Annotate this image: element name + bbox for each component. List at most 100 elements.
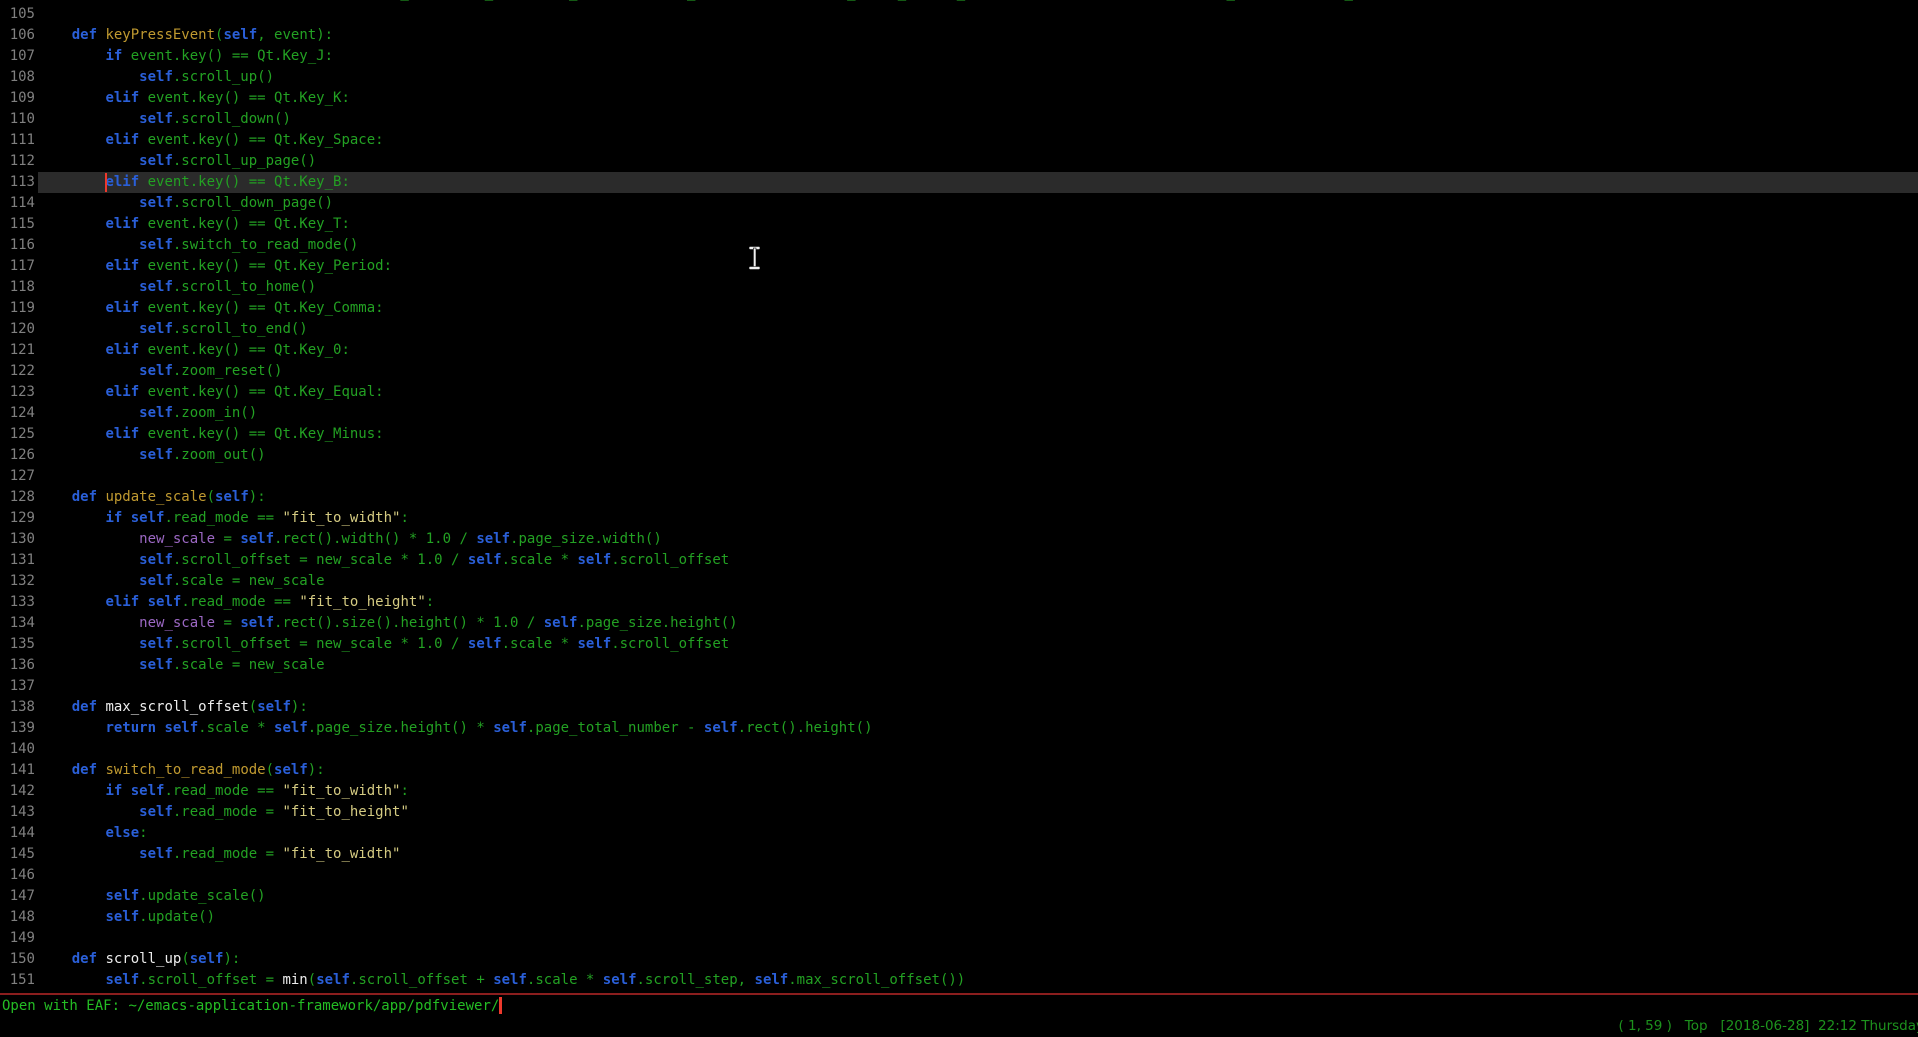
code-text: self.scroll_to_end(): [38, 319, 308, 340]
line-number: 121: [0, 340, 35, 361]
line-number: 126: [0, 445, 35, 466]
line-number: 109: [0, 88, 35, 109]
line-number: 115: [0, 214, 35, 235]
code-text: elif event.key() == Qt.Key_Equal:: [38, 382, 384, 403]
code-line-122[interactable]: 122 self.zoom_reset(): [0, 361, 1918, 382]
code-line-149[interactable]: 149: [0, 928, 1918, 949]
code-text: elif event.key() == Qt.Key_K:: [38, 88, 350, 109]
code-line-105[interactable]: 105: [0, 4, 1918, 25]
line-number: 110: [0, 109, 35, 130]
line-number: 144: [0, 823, 35, 844]
code-line-127[interactable]: 127: [0, 466, 1918, 487]
code-line-136[interactable]: 136 self.scale = new_scale: [0, 655, 1918, 676]
code-line-119[interactable]: 119 elif event.key() == Qt.Key_Comma:: [0, 298, 1918, 319]
status-tray: ( 1, 59 ) Top [2018-06-28] 22:12 Thursda…: [1618, 1016, 1918, 1037]
line-number: 134: [0, 613, 35, 634]
code-line-117[interactable]: 117 elif event.key() == Qt.Key_Period:: [0, 256, 1918, 277]
code-line-130[interactable]: 130 new_scale = self.rect().width() * 1.…: [0, 529, 1918, 550]
code-text: return self.scale * self.page_size.heigh…: [38, 718, 873, 739]
line-number: 137: [0, 676, 35, 697]
code-text: self.update(): [38, 907, 215, 928]
code-text: self.zoom_in(): [38, 403, 257, 424]
minibuffer-cursor: [499, 997, 502, 1014]
code-text: self.scale = new_scale: [38, 655, 325, 676]
code-line-148[interactable]: 148 self.update(): [0, 907, 1918, 928]
line-number: 111: [0, 130, 35, 151]
code-text: self.scale = new_scale: [38, 571, 325, 592]
line-number: 124: [0, 403, 35, 424]
line-number: 151: [0, 970, 35, 991]
code-line-113[interactable]: 113 elif event.key() == Qt.Key_B:: [0, 172, 1918, 193]
code-line-123[interactable]: 123 elif event.key() == Qt.Key_Equal:: [0, 382, 1918, 403]
code-line-135[interactable]: 135 self.scroll_offset = new_scale * 1.0…: [0, 634, 1918, 655]
code-text: self.scroll_offset = min(self.scroll_off…: [38, 970, 965, 991]
code-text: self.update_scale(): [38, 886, 266, 907]
line-number: 133: [0, 592, 35, 613]
code-text: self.scroll_down(): [38, 109, 291, 130]
code-line-126[interactable]: 126 self.zoom_out(): [0, 445, 1918, 466]
minibuffer-input[interactable]: ~/emacs-application-framework/app/pdfvie…: [128, 998, 499, 1014]
code-line-120[interactable]: 120 self.scroll_to_end(): [0, 319, 1918, 340]
code-line-145[interactable]: 145 self.read_mode = "fit_to_width": [0, 844, 1918, 865]
code-text: self.scroll_up(): [38, 67, 274, 88]
line-number: 122: [0, 361, 35, 382]
code-line-151[interactable]: 151 self.scroll_offset = min(self.scroll…: [0, 970, 1918, 991]
code-line-139[interactable]: 139 return self.scale * self.page_size.h…: [0, 718, 1918, 739]
code-text: else:: [38, 823, 148, 844]
code-line-114[interactable]: 114 self.scroll_down_page(): [0, 193, 1918, 214]
code-line-109[interactable]: 109 elif event.key() == Qt.Key_K:: [0, 88, 1918, 109]
line-number: 113: [0, 172, 35, 193]
code-line-150[interactable]: 150 def scroll_up(self):: [0, 949, 1918, 970]
line-number: 125: [0, 424, 35, 445]
code-text: def keyPressEvent(self, event):: [38, 25, 333, 46]
code-text: elif event.key() == Qt.Key_0:: [38, 340, 350, 361]
code-line-132[interactable]: 132 self.scale = new_scale: [0, 571, 1918, 592]
code-line-125[interactable]: 125 elif event.key() == Qt.Key_Minus:: [0, 424, 1918, 445]
code-line-106[interactable]: 106 def keyPressEvent(self, event):: [0, 25, 1918, 46]
code-line-115[interactable]: 115 elif event.key() == Qt.Key_T:: [0, 214, 1918, 235]
minibuffer-prompt: Open with EAF:: [2, 998, 128, 1014]
code-line-121[interactable]: 121 elif event.key() == Qt.Key_0:: [0, 340, 1918, 361]
line-number: 149: [0, 928, 35, 949]
minibuffer[interactable]: Open with EAF: ~/emacs-application-frame…: [2, 996, 1918, 1017]
code-text: self.scroll_offset = new_scale * 1.0 / s…: [38, 550, 729, 571]
mode-line-divider: [0, 993, 1918, 995]
code-line-133[interactable]: 133 elif self.read_mode == "fit_to_heigh…: [0, 592, 1918, 613]
code-area[interactable]: 104 painter.drawPixmap(QRect(render_x, r…: [0, 0, 1918, 993]
line-number: 123: [0, 382, 35, 403]
code-line-137[interactable]: 137: [0, 676, 1918, 697]
code-text: self.zoom_out(): [38, 445, 266, 466]
code-line-134[interactable]: 134 new_scale = self.rect().size().heigh…: [0, 613, 1918, 634]
code-line-138[interactable]: 138 def max_scroll_offset(self):: [0, 697, 1918, 718]
code-text: self.zoom_reset(): [38, 361, 282, 382]
line-number: 140: [0, 739, 35, 760]
line-number: 117: [0, 256, 35, 277]
code-line-112[interactable]: 112 self.scroll_up_page(): [0, 151, 1918, 172]
line-number: 147: [0, 886, 35, 907]
code-line-141[interactable]: 141 def switch_to_read_mode(self):: [0, 760, 1918, 781]
code-line-110[interactable]: 110 self.scroll_down(): [0, 109, 1918, 130]
code-line-118[interactable]: 118 self.scroll_to_home(): [0, 277, 1918, 298]
code-line-144[interactable]: 144 else:: [0, 823, 1918, 844]
code-line-124[interactable]: 124 self.zoom_in(): [0, 403, 1918, 424]
line-number: 116: [0, 235, 35, 256]
code-line-107[interactable]: 107 if event.key() == Qt.Key_J:: [0, 46, 1918, 67]
code-line-142[interactable]: 142 if self.read_mode == "fit_to_width":: [0, 781, 1918, 802]
code-line-143[interactable]: 143 self.read_mode = "fit_to_height": [0, 802, 1918, 823]
code-text: elif event.key() == Qt.Key_Period:: [38, 256, 392, 277]
code-line-140[interactable]: 140: [0, 739, 1918, 760]
code-line-111[interactable]: 111 elif event.key() == Qt.Key_Space:: [0, 130, 1918, 151]
code-line-128[interactable]: 128 def update_scale(self):: [0, 487, 1918, 508]
code-line-147[interactable]: 147 self.update_scale(): [0, 886, 1918, 907]
line-number: 130: [0, 529, 35, 550]
line-number: 143: [0, 802, 35, 823]
line-number: 129: [0, 508, 35, 529]
line-number: 135: [0, 634, 35, 655]
code-line-116[interactable]: 116 self.switch_to_read_mode(): [0, 235, 1918, 256]
code-line-146[interactable]: 146: [0, 865, 1918, 886]
code-line-131[interactable]: 131 self.scroll_offset = new_scale * 1.0…: [0, 550, 1918, 571]
line-number: 108: [0, 67, 35, 88]
line-number: 148: [0, 907, 35, 928]
code-line-108[interactable]: 108 self.scroll_up(): [0, 67, 1918, 88]
code-line-129[interactable]: 129 if self.read_mode == "fit_to_width":: [0, 508, 1918, 529]
